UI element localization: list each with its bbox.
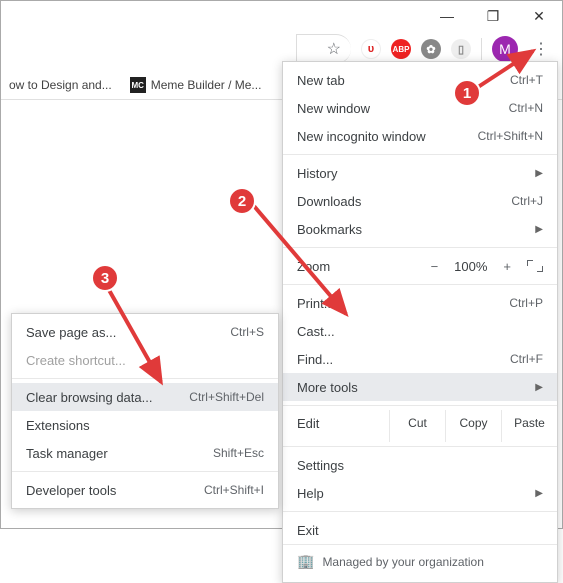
abp-extension-icon[interactable]: ABP [391, 39, 411, 59]
separator [283, 511, 557, 512]
zoom-value: 100% [454, 259, 487, 274]
menu-shortcut: Ctrl+Shift+I [204, 483, 264, 497]
minimize-button[interactable]: — [424, 1, 470, 31]
separator [283, 284, 557, 285]
menu-label: Help [297, 486, 527, 501]
profile-avatar[interactable]: M [492, 36, 518, 62]
menu-label: Save page as... [26, 325, 230, 340]
separator [283, 405, 557, 406]
zoom-out-button[interactable]: − [427, 259, 443, 274]
menu-shortcut: Ctrl+Shift+Del [189, 390, 264, 404]
menu-label: Find... [297, 352, 510, 367]
menu-shortcut: Shift+Esc [213, 446, 264, 460]
address-bar-end[interactable]: ☆ [296, 34, 351, 64]
menu-label: Bookmarks [297, 222, 527, 237]
star-icon[interactable]: ☆ [327, 39, 341, 59]
menu-label: Developer tools [26, 483, 204, 498]
menu-new-tab[interactable]: New tab Ctrl+T [283, 66, 557, 94]
building-icon: 🏢 [297, 553, 314, 570]
close-window-button[interactable]: ✕ [516, 1, 562, 31]
menu-find[interactable]: Find... Ctrl+F [283, 345, 557, 373]
menu-label: Settings [297, 458, 543, 473]
more-tools-submenu: Save page as... Ctrl+S Create shortcut..… [11, 313, 279, 509]
menu-label: Print... [297, 296, 509, 311]
submenu-create-shortcut: Create shortcut... [12, 346, 278, 374]
annotation-badge-1: 1 [453, 79, 481, 107]
chevron-right-icon: ▶ [535, 488, 543, 499]
bookmark-item[interactable]: MC Meme Builder / Me... [130, 77, 262, 93]
zoom-in-button[interactable]: + [499, 259, 515, 274]
menu-label: Downloads [297, 194, 511, 209]
menu-zoom: Zoom − 100% + [283, 252, 557, 280]
managed-notice[interactable]: 🏢 Managed by your organization [283, 544, 557, 578]
menu-more-tools[interactable]: More tools ▶ [283, 373, 557, 401]
maximize-button[interactable]: ❐ [470, 1, 516, 31]
chevron-right-icon: ▶ [535, 224, 543, 235]
menu-print[interactable]: Print... Ctrl+P [283, 289, 557, 317]
submenu-save-page[interactable]: Save page as... Ctrl+S [12, 318, 278, 346]
menu-shortcut: Ctrl+S [230, 325, 264, 339]
separator [481, 38, 482, 60]
menu-label: History [297, 166, 527, 181]
menu-shortcut: Ctrl+N [509, 101, 543, 115]
menu-help[interactable]: Help ▶ [283, 479, 557, 507]
bookmark-item[interactable]: ow to Design and... [9, 77, 112, 93]
submenu-developer-tools[interactable]: Developer tools Ctrl+Shift+I [12, 476, 278, 504]
menu-shortcut: Ctrl+T [510, 73, 543, 87]
menu-label: Create shortcut... [26, 353, 264, 368]
separator [283, 247, 557, 248]
menu-settings[interactable]: Settings [283, 451, 557, 479]
chrome-main-menu: New tab Ctrl+T New window Ctrl+N New inc… [282, 61, 558, 583]
edit-cut-button[interactable]: Cut [389, 410, 445, 442]
menu-history[interactable]: History ▶ [283, 159, 557, 187]
fullscreen-icon[interactable] [527, 260, 543, 272]
separator [283, 446, 557, 447]
menu-shortcut: Ctrl+P [509, 296, 543, 310]
annotation-badge-2: 2 [228, 187, 256, 215]
menu-shortcut: Ctrl+F [510, 352, 543, 366]
bookmark-label: Meme Builder / Me... [151, 78, 262, 92]
menu-label: More tools [297, 380, 527, 395]
extension-icon[interactable]: ✿ [421, 39, 441, 59]
menu-bookmarks[interactable]: Bookmarks ▶ [283, 215, 557, 243]
bookmark-label: ow to Design and... [9, 78, 112, 92]
ublock-extension-icon[interactable]: ᴜ [361, 39, 381, 59]
menu-label: Extensions [26, 418, 264, 433]
menu-label: Edit [283, 410, 389, 442]
menu-label: Zoom [297, 259, 415, 274]
bookmark-favicon: MC [130, 77, 146, 93]
menu-label: Clear browsing data... [26, 390, 189, 405]
menu-label: Exit [297, 523, 543, 538]
edit-paste-button[interactable]: Paste [501, 410, 557, 442]
menu-downloads[interactable]: Downloads Ctrl+J [283, 187, 557, 215]
chevron-right-icon: ▶ [535, 382, 543, 393]
extension-icon[interactable]: ▯ [451, 39, 471, 59]
separator [12, 471, 278, 472]
edit-copy-button[interactable]: Copy [445, 410, 501, 442]
menu-label: Task manager [26, 446, 213, 461]
submenu-task-manager[interactable]: Task manager Shift+Esc [12, 439, 278, 467]
menu-edit: Edit Cut Copy Paste [283, 410, 557, 442]
menu-shortcut: Ctrl+Shift+N [478, 129, 543, 143]
menu-label: New incognito window [297, 129, 478, 144]
annotation-badge-3: 3 [91, 264, 119, 292]
managed-label: Managed by your organization [322, 555, 483, 569]
menu-new-window[interactable]: New window Ctrl+N [283, 94, 557, 122]
menu-label: Cast... [297, 324, 543, 339]
submenu-extensions[interactable]: Extensions [12, 411, 278, 439]
kebab-menu-icon[interactable]: ⋮ [528, 36, 554, 62]
submenu-clear-browsing-data[interactable]: Clear browsing data... Ctrl+Shift+Del [12, 383, 278, 411]
menu-cast[interactable]: Cast... [283, 317, 557, 345]
menu-new-incognito[interactable]: New incognito window Ctrl+Shift+N [283, 122, 557, 150]
separator [283, 154, 557, 155]
separator [12, 378, 278, 379]
menu-shortcut: Ctrl+J [511, 194, 543, 208]
menu-exit[interactable]: Exit [283, 516, 557, 544]
window-controls: — ❐ ✕ [424, 1, 562, 31]
chevron-right-icon: ▶ [535, 168, 543, 179]
